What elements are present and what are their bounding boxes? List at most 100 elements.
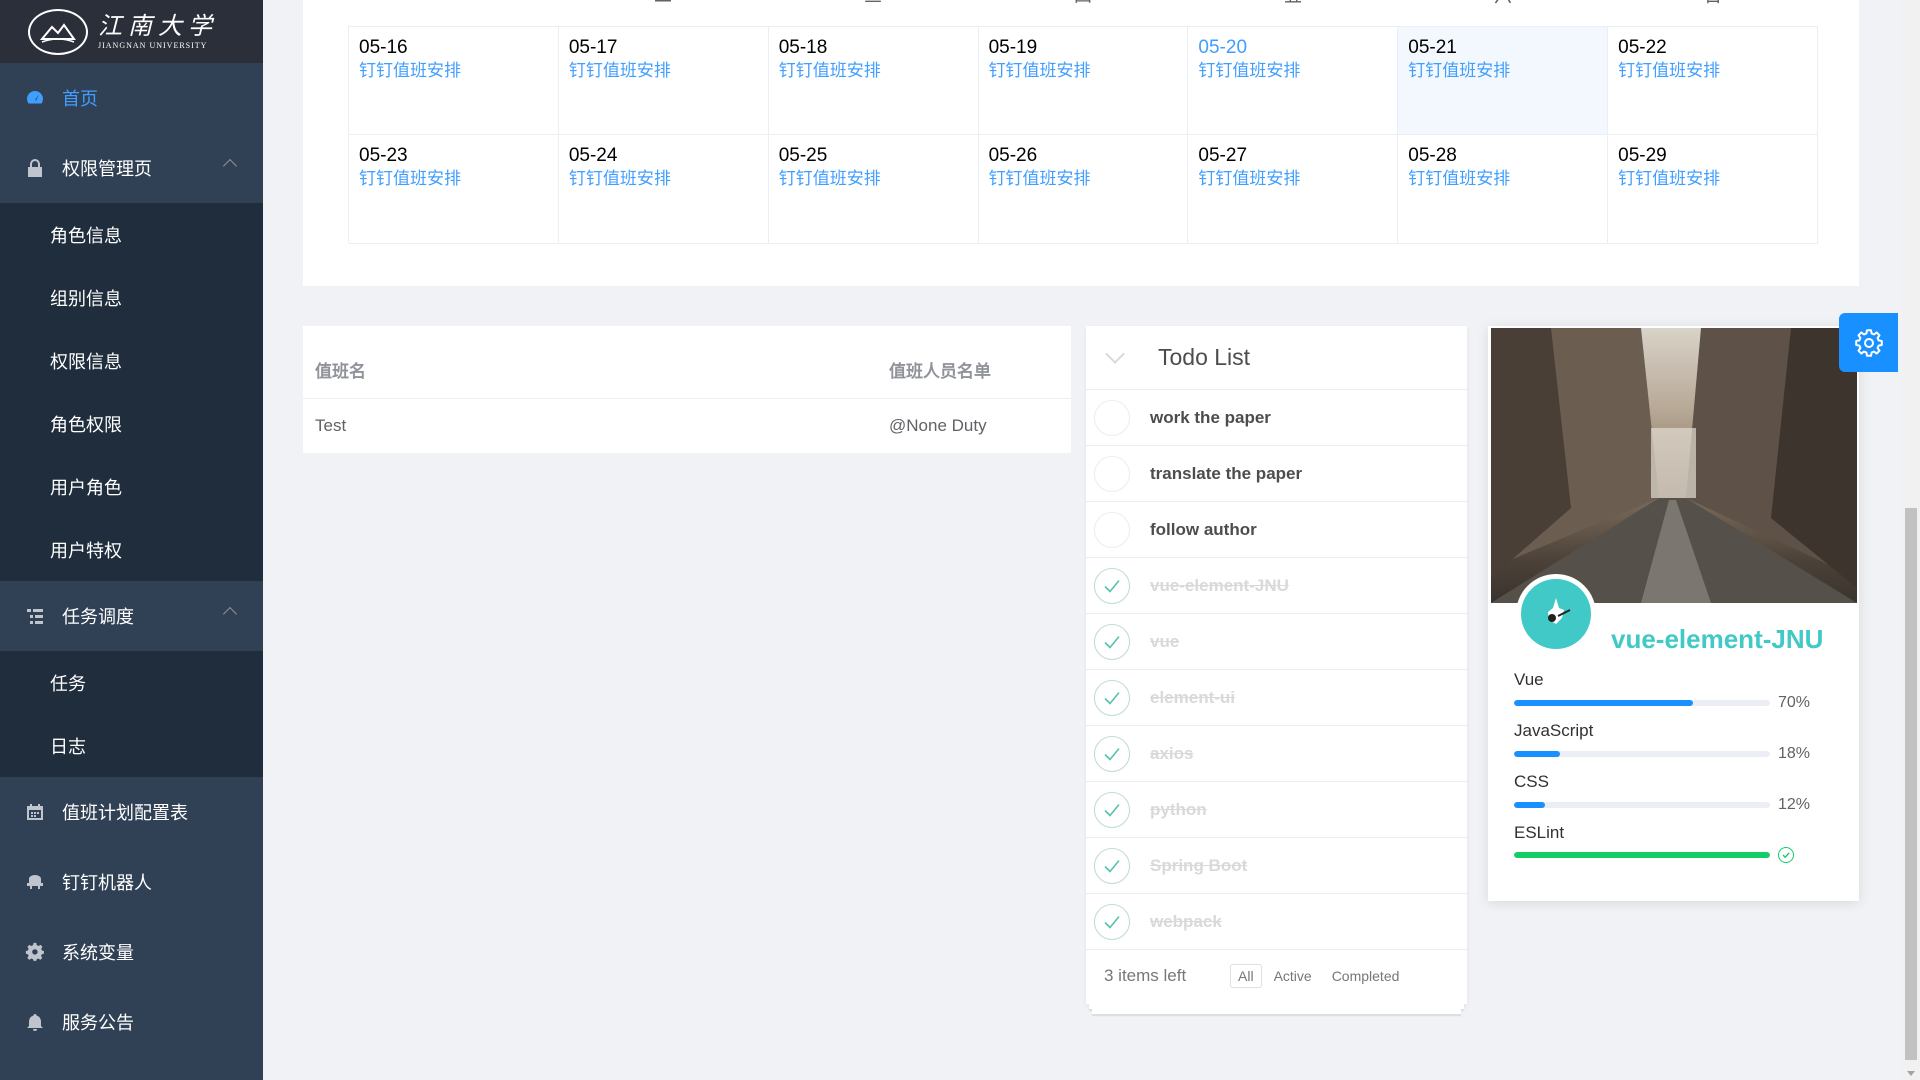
- column-header-duty-name[interactable]: 值班名: [303, 357, 887, 382]
- task-submenu: 任务 日志: [0, 651, 263, 777]
- duty-members-cell: @None Duty: [889, 416, 987, 435]
- calendar-event-link[interactable]: 钉钉值班安排: [1408, 60, 1597, 82]
- page-scrollbar[interactable]: [1902, 0, 1920, 1080]
- todo-items: work the paper translate the paper follow …: [1086, 390, 1467, 950]
- calendar-day-cell[interactable]: 05-23 钉钉值班安排: [349, 135, 559, 244]
- todo-item-text: follow author: [1150, 519, 1257, 539]
- skill-label: ESLint: [1514, 823, 1565, 842]
- calendar-event-link[interactable]: 钉钉值班安排: [359, 60, 548, 82]
- todo-checkbox[interactable]: [1094, 567, 1130, 604]
- filter-all[interactable]: All: [1230, 964, 1262, 988]
- todo-checkbox[interactable]: [1094, 847, 1130, 884]
- submenu-item-role-perm[interactable]: 角色权限: [0, 392, 263, 455]
- calendar-date: 05-27: [1198, 145, 1248, 166]
- toggle-all-button[interactable]: [1086, 326, 1144, 390]
- todo-checkbox[interactable]: [1094, 679, 1130, 716]
- skill-label: CSS: [1514, 772, 1549, 791]
- calendar-day-cell[interactable]: 05-19 钉钉值班安排: [978, 27, 1189, 135]
- calendar-day-cell[interactable]: 05-28 钉钉值班安排: [1398, 135, 1609, 244]
- column-header-duty-members[interactable]: 值班人员名单: [887, 357, 1071, 382]
- submenu-item-label: 用户角色: [50, 477, 122, 498]
- skill-percent: 12%: [1778, 796, 1811, 813]
- todo-checkbox[interactable]: [1094, 735, 1130, 772]
- calendar-event-link[interactable]: 钉钉值班安排: [569, 168, 758, 190]
- menu-duty-plan[interactable]: 值班计划配置表: [0, 777, 263, 847]
- menu-home[interactable]: 首页: [0, 63, 263, 133]
- menu-dingtalk-label: 钉钉机器人: [62, 873, 152, 893]
- calendar-day-cell[interactable]: 05-21 钉钉值班安排: [1398, 27, 1609, 135]
- todo-checkbox[interactable]: [1094, 903, 1130, 940]
- calendar-event-link[interactable]: 钉钉值班安排: [1408, 168, 1597, 190]
- calendar-event-link[interactable]: 钉钉值班安排: [779, 60, 968, 82]
- todo-checkbox[interactable]: [1094, 399, 1130, 436]
- settings-button[interactable]: [1839, 313, 1898, 372]
- calendar-event-link[interactable]: 钉钉值班安排: [359, 168, 548, 190]
- chevron-down-icon: [1105, 343, 1125, 364]
- todo-item[interactable]: translate the paper: [1086, 446, 1467, 502]
- calendar-day-cell[interactable]: 05-25 钉钉值班安排: [768, 135, 979, 244]
- todo-item[interactable]: python: [1086, 782, 1467, 838]
- calendar-day-cell[interactable]: 05-26 钉钉值班安排: [978, 135, 1189, 244]
- avatar[interactable]: [1516, 574, 1596, 654]
- items-left-count: 3 items left: [1104, 966, 1187, 985]
- table-row[interactable]: Test @None Duty: [303, 399, 1071, 453]
- calendar-day-cell[interactable]: 05-22 钉钉值班安排: [1608, 27, 1818, 135]
- skill-progress-bar: [1514, 852, 1770, 858]
- calendar-event-link[interactable]: 钉钉值班安排: [1198, 60, 1387, 82]
- calendar-day-cell[interactable]: 05-16 钉钉值班安排: [349, 27, 559, 135]
- menu-sysvars[interactable]: 系统变量: [0, 917, 263, 987]
- submenu-item-log[interactable]: 日志: [0, 714, 263, 777]
- calendar-day-cell[interactable]: 05-24 钉钉值班安排: [558, 135, 769, 244]
- todo-checkbox[interactable]: [1094, 511, 1130, 548]
- calendar-day-cell[interactable]: 05-27 钉钉值班安排: [1188, 135, 1399, 244]
- calendar-event-link[interactable]: 钉钉值班安排: [1618, 60, 1807, 82]
- university-logo[interactable]: 江南大学 JIANGNAN UNIVERSITY: [0, 0, 263, 63]
- menu-perm-group[interactable]: 权限管理页: [0, 133, 263, 203]
- calendar-day-cell[interactable]: 05-29 钉钉值班安排: [1608, 135, 1818, 244]
- todo-item[interactable]: follow author: [1086, 502, 1467, 558]
- scroll-down-arrow-icon[interactable]: [1907, 1071, 1915, 1076]
- skill-javascript: JavaScript 18%: [1514, 721, 1844, 763]
- calendar-event-link[interactable]: 钉钉值班安排: [569, 60, 758, 82]
- submenu-item-role-info[interactable]: 角色信息: [0, 203, 263, 266]
- submenu-item-user-privilege[interactable]: 用户特权: [0, 518, 263, 581]
- calendar-day-cell[interactable]: 05-17 钉钉值班安排: [558, 27, 769, 135]
- todo-item[interactable]: element-ui: [1086, 670, 1467, 726]
- calendar-event-link[interactable]: 钉钉值班安排: [989, 60, 1178, 82]
- menu-notice[interactable]: 服务公告: [0, 987, 263, 1057]
- menu-task-group[interactable]: 任务调度: [0, 581, 263, 651]
- todo-item[interactable]: axios: [1086, 726, 1467, 782]
- menu-dingtalk[interactable]: 钉钉机器人: [0, 847, 263, 917]
- todo-item[interactable]: vue-element-JNU: [1086, 558, 1467, 614]
- filter-completed[interactable]: Completed: [1324, 964, 1408, 988]
- city-street-image: [1491, 328, 1857, 603]
- submenu-item-label: 日志: [50, 736, 86, 757]
- submenu-item-user-role[interactable]: 用户角色: [0, 455, 263, 518]
- todo-item[interactable]: Spring Boot: [1086, 838, 1467, 894]
- todo-item[interactable]: work the paper: [1086, 390, 1467, 446]
- filter-active[interactable]: Active: [1266, 964, 1320, 988]
- skill-css: CSS 12%: [1514, 772, 1844, 814]
- submenu-item-task[interactable]: 任务: [0, 651, 263, 714]
- todo-checkbox[interactable]: [1094, 455, 1130, 492]
- scrollbar-thumb[interactable]: [1905, 508, 1917, 1060]
- todo-checkbox[interactable]: [1094, 791, 1130, 828]
- calendar-event-link[interactable]: 钉钉值班安排: [989, 168, 1178, 190]
- profile-name: vue-element-JNU: [1611, 624, 1824, 654]
- logo-en-text: JIANGNAN UNIVERSITY: [98, 40, 208, 50]
- todo-item[interactable]: webpack: [1086, 894, 1467, 950]
- skill-progress-fill: [1514, 802, 1545, 808]
- calendar-day-cell[interactable]: 05-18 钉钉值班安排: [768, 27, 979, 135]
- todo-footer: 3 items left All Active Completed: [1086, 950, 1467, 1002]
- calendar-event-link[interactable]: 钉钉值班安排: [779, 168, 968, 190]
- todo-checkbox[interactable]: [1094, 623, 1130, 660]
- calendar-day-cell[interactable]: 05-20 钉钉值班安排: [1188, 27, 1399, 135]
- skill-vue: Vue 70%: [1514, 670, 1844, 712]
- calendar-event-link[interactable]: 钉钉值班安排: [1618, 168, 1807, 190]
- calendar-event-link[interactable]: 钉钉值班安排: [1198, 168, 1387, 190]
- submenu-item-label: 组别信息: [50, 288, 122, 309]
- submenu-item-group-info[interactable]: 组别信息: [0, 266, 263, 329]
- todo-item-text: vue-element-JNU: [1150, 575, 1289, 595]
- todo-item[interactable]: vue: [1086, 614, 1467, 670]
- submenu-item-perm-info[interactable]: 权限信息: [0, 329, 263, 392]
